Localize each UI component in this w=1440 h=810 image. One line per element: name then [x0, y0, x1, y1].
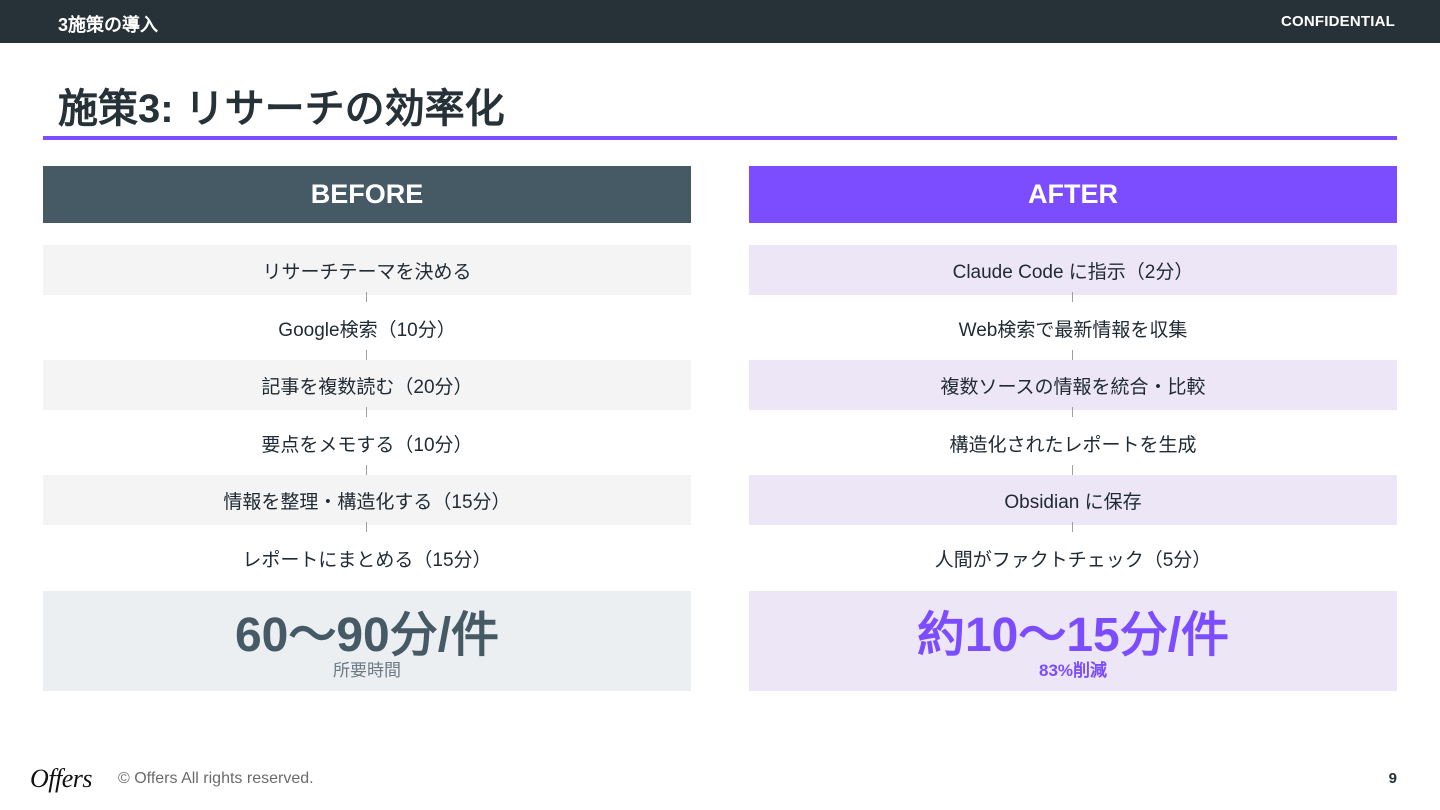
before-step-6: レポートにまとめる（15分）: [242, 549, 492, 571]
after-column: AFTER Claude Code に指示（2分） Web検索で最新情報を収集 …: [749, 166, 1397, 691]
before-summary-caption: 所要時間: [333, 661, 401, 680]
before-connector: [366, 522, 367, 532]
section-label: 3施策の導入: [58, 15, 159, 35]
copyright-text: © Offers All rights reserved.: [118, 770, 314, 787]
after-step-6: 人間がファクトチェック（5分）: [934, 549, 1212, 571]
before-step-5: 情報を整理・構造化する（15分）: [43, 475, 691, 525]
after-connector: [1072, 522, 1073, 532]
before-connector: [366, 350, 367, 360]
after-summary: 約10〜15分/件 83%削減: [749, 591, 1397, 691]
before-header: BEFORE: [43, 166, 691, 223]
after-connector: [1072, 465, 1073, 475]
before-summary-value: 60〜90分/件: [234, 609, 500, 662]
after-connector: [1072, 350, 1073, 360]
after-header: AFTER: [749, 166, 1397, 223]
after-summary-value: 約10〜15分/件: [916, 609, 1230, 662]
after-step-4: 構造化されたレポートを生成: [949, 434, 1197, 456]
after-connector: [1072, 407, 1073, 417]
before-step-4: 要点をメモする（10分）: [261, 434, 473, 456]
before-step-1: リサーチテーマを決める: [43, 245, 691, 295]
after-summary-caption: 83%削減: [1038, 661, 1108, 680]
after-step-5: Obsidian に保存: [749, 475, 1397, 525]
before-connector: [366, 465, 367, 475]
before-connector: [366, 407, 367, 417]
after-step-2: Web検索で最新情報を収集: [958, 319, 1188, 341]
before-summary: 60〜90分/件 所要時間: [43, 591, 691, 691]
before-step-2: Google検索（10分）: [278, 319, 456, 341]
before-connector: [366, 292, 367, 302]
top-bar: 3施策の導入 CONFIDENTIAL: [0, 0, 1440, 43]
after-connector: [1072, 292, 1073, 302]
confidential-label: CONFIDENTIAL: [1280, 13, 1395, 30]
offers-logo: Offers: [30, 764, 93, 793]
page-number: 9: [1388, 770, 1397, 787]
slide-title: 施策3: リサーチの効率化: [58, 87, 505, 131]
before-column: BEFORE リサーチテーマを決める Google検索（10分） 記事を複数読む…: [43, 166, 691, 691]
title-underline: [43, 136, 1397, 140]
before-step-3: 記事を複数読む（20分）: [43, 360, 691, 410]
after-step-1: Claude Code に指示（2分）: [749, 245, 1397, 295]
after-step-3: 複数ソースの情報を統合・比較: [749, 360, 1397, 410]
